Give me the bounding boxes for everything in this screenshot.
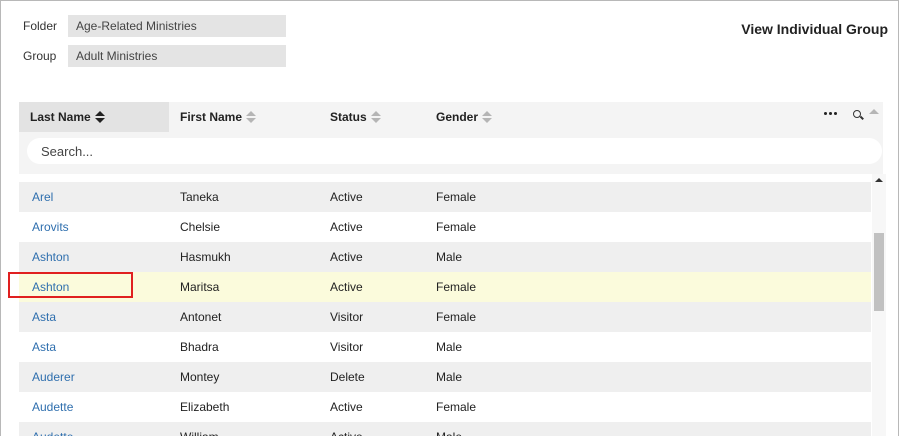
column-header-label: Status [330,110,367,124]
cell-status: Visitor [330,340,364,354]
column-header-last-name[interactable]: Last Name [19,102,169,132]
scroll-up-icon[interactable] [875,178,883,182]
cell-gender: Female [436,190,477,204]
cell-first-name: Elizabeth [180,400,230,414]
table-row[interactable]: Arovits Chelsie Active Female [19,212,871,242]
column-header-status[interactable]: Status [330,102,420,132]
cell-first-name: Montey [180,370,220,384]
table-row-selected[interactable]: Ashton Maritsa Active Female [19,272,871,302]
group-row: Group Adult Ministries [23,45,286,67]
search-bar [19,132,883,174]
column-header-label: Gender [436,110,479,124]
cell-first-name: Chelsie [180,220,221,234]
vertical-scrollbar[interactable] [872,174,886,436]
cell-last-name[interactable]: Asta [32,332,56,362]
cell-status: Active [330,220,363,234]
cell-last-name[interactable]: Arovits [32,212,69,242]
cell-gender: Female [436,220,477,234]
cell-first-name: Hasmukh [180,250,231,264]
cell-gender: Male [436,370,463,384]
search-input[interactable] [27,138,882,164]
table-row[interactable]: Asta Antonet Visitor Female [19,302,871,332]
folder-field[interactable]: Age-Related Ministries [68,15,286,37]
cell-gender: Female [436,280,477,294]
search-icon[interactable] [853,110,863,122]
page-title: View Individual Group [741,21,888,37]
cell-gender: Female [436,310,477,324]
selection-highlight-box [8,272,133,298]
cell-last-name[interactable]: Asta [32,302,56,332]
cell-status: Active [330,280,363,294]
cell-status: Active [330,400,363,414]
cell-last-name[interactable]: Auderer [32,362,75,392]
column-header-label: First Name [180,110,243,124]
cell-status: Delete [330,370,365,384]
cell-status: Active [330,422,363,436]
cell-first-name: William [180,422,219,436]
folder-label: Folder [23,19,58,33]
scrollbar-thumb[interactable] [874,233,884,311]
cell-gender: Male [436,422,462,436]
group-field[interactable]: Adult Ministries [68,45,286,67]
sort-icon [246,111,257,123]
sort-icon [482,111,493,123]
cell-status: Visitor [330,310,364,324]
table-row[interactable]: Audette William Active Male [19,422,871,436]
column-header-label: Last Name [30,110,91,124]
folder-row: Folder Age-Related Ministries [23,15,286,37]
cell-gender: Male [436,250,463,264]
cell-gender: Female [436,400,477,414]
cell-last-name[interactable]: Audette [32,422,73,436]
chevron-up-icon[interactable] [869,109,879,114]
grid-rows: Arel Taneka Active Female Arovits Chelsi… [19,182,871,436]
cell-last-name[interactable]: Ashton [32,242,69,272]
sort-icon [370,111,381,123]
cell-status: Active [330,250,363,264]
cell-first-name: Taneka [180,190,219,204]
cell-last-name[interactable]: Arel [32,182,53,212]
table-row[interactable]: Auderer Montey Delete Male [19,362,871,392]
table-row[interactable]: Audette Elizabeth Active Female [19,392,871,422]
cell-gender: Male [436,340,463,354]
table-row[interactable]: Ashton Hasmukh Active Male [19,242,871,272]
app-frame: Folder Age-Related Ministries Group Adul… [0,0,899,436]
sort-icon [94,111,105,123]
grid-header: Last Name First Name Status Gender [19,102,883,132]
cell-last-name[interactable]: Audette [32,392,73,422]
cell-status: Active [330,190,363,204]
cell-first-name: Bhadra [180,340,219,354]
group-label: Group [23,49,57,63]
column-header-first-name[interactable]: First Name [180,102,320,132]
more-horizontal-icon[interactable] [824,112,837,115]
cell-first-name: Antonet [180,310,222,324]
column-header-gender[interactable]: Gender [436,102,536,132]
table-row[interactable]: Arel Taneka Active Female [19,182,871,212]
cell-first-name: Maritsa [180,280,220,294]
table-row[interactable]: Asta Bhadra Visitor Male [19,332,871,362]
